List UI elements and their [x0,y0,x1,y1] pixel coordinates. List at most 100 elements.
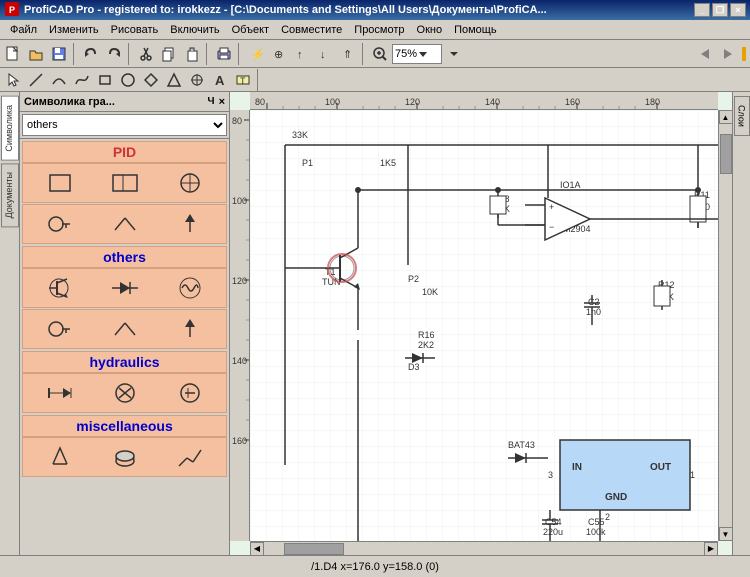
menu-item-рисовать[interactable]: Рисовать [105,22,165,38]
angle-symbol2[interactable] [107,314,142,344]
key-symbol2[interactable] [42,314,77,344]
svg-text:P1: P1 [302,158,313,168]
wave-symbol[interactable] [172,273,207,303]
vscrollbar[interactable]: ▲ ▼ [718,110,732,541]
menu-item-помощь[interactable]: Помощь [448,22,503,38]
misc-symbol3[interactable] [172,442,207,472]
hscrollbar[interactable]: ◀ ▶ [250,541,718,555]
crosshair-tool[interactable] [186,69,208,91]
tab-symbolika[interactable]: Символика [1,96,19,161]
symbols-panel-title: Символика гра... [24,96,115,108]
nav-back-button[interactable] [694,43,716,65]
menu-item-окно[interactable]: Окно [411,22,449,38]
hscroll-left-btn[interactable]: ◀ [250,542,264,556]
new-button[interactable] [2,43,24,65]
minimize-button[interactable]: _ [694,3,710,17]
rect-tool[interactable] [94,69,116,91]
select-tool[interactable] [2,69,24,91]
svg-text:T: T [240,76,246,86]
copy-button[interactable] [158,43,180,65]
titlebar: P ProfiCAD Pro - registered to: irokkezz… [0,0,750,20]
hscroll-right-btn[interactable]: ▶ [704,542,718,556]
symbol-button3[interactable]: ↑ [291,43,313,65]
close-button[interactable]: × [730,3,746,17]
zoom-in-button[interactable] [369,43,391,65]
triangle-tool[interactable] [163,69,185,91]
paste-button[interactable] [181,43,203,65]
print-button[interactable] [213,43,235,65]
others-row2 [22,309,227,349]
diamond-tool[interactable] [140,69,162,91]
menu-item-изменить[interactable]: Изменить [43,22,105,38]
symbol-button1[interactable]: ⚡ [245,43,267,65]
hscroll-track[interactable] [264,542,704,556]
text-tool[interactable]: A [209,69,231,91]
arrow-up-symbol[interactable] [172,209,207,239]
symbols-close-btn[interactable]: × [219,96,225,108]
separator4 [238,43,242,65]
diode-symbol[interactable] [107,273,142,303]
svg-text:−: − [549,222,554,232]
open-button[interactable] [25,43,47,65]
zoom-dropdown-button[interactable] [443,43,465,65]
line-tool[interactable] [25,69,47,91]
symbols-pin-btn[interactable]: Ч [208,96,215,107]
separator2 [128,43,132,65]
nav-forward-button[interactable] [717,43,739,65]
svg-text:1: 1 [690,470,695,480]
arc-tool[interactable] [48,69,70,91]
tb2-sep [257,69,261,91]
circuit-diagram: 33K P1 T1 TUN P2 10K [250,110,718,541]
hydraulics-header: hydraulics [22,351,227,373]
key-symbol[interactable] [42,209,77,239]
svg-text:160: 160 [232,436,247,446]
svg-text:220u: 220u [543,527,563,537]
hyd-symbol1[interactable] [42,378,77,408]
rect-symbol2[interactable] [107,168,142,198]
angle-symbol[interactable] [107,209,142,239]
tab-dokumenty[interactable]: Документы [1,163,19,227]
transistor-symbol[interactable] [42,273,77,303]
menu-item-объект[interactable]: Объект [226,22,275,38]
canvas-area[interactable]: 80 100 120 140 160 180 [230,92,732,555]
symbol-button4[interactable]: ↓ [314,43,336,65]
vscroll-up-btn[interactable]: ▲ [719,110,733,124]
drawing-toolbar: A T [0,68,750,92]
cut-button[interactable] [135,43,157,65]
symbol-button5[interactable]: ⇑ [337,43,359,65]
others-row1 [22,268,227,308]
save-button[interactable] [48,43,70,65]
hscroll-thumb[interactable] [284,543,344,555]
label-tool[interactable]: T [232,69,254,91]
restore-button[interactable]: ❐ [712,3,728,17]
misc-symbol2[interactable] [107,442,142,472]
svg-text:160: 160 [565,97,580,107]
undo-button[interactable] [80,43,102,65]
arrow-symbol2[interactable] [172,314,207,344]
menu-item-файл[interactable]: Файл [4,22,43,38]
cross-symbol[interactable] [172,168,207,198]
redo-button[interactable] [103,43,125,65]
canvas-content[interactable]: 33K P1 T1 TUN P2 10K [250,110,718,541]
svg-text:120: 120 [405,97,420,107]
category-dropdown[interactable]: others PID hydraulics miscellaneous [22,114,227,136]
vscroll-thumb[interactable] [720,134,732,174]
symbols-panel: Символика гра... Ч × others PID hydrauli… [20,92,230,555]
curve-tool[interactable] [71,69,93,91]
titlebar-controls: _ ❐ × [694,3,746,17]
vscroll-track[interactable] [719,124,733,527]
symbol-button2[interactable]: ⊕ [268,43,290,65]
layers-tab[interactable]: Слои [734,96,750,136]
rect-symbol[interactable] [42,168,77,198]
misc-section: miscellaneous [22,415,227,477]
hyd-symbol2[interactable] [107,378,142,408]
statusbar-text: /1.D4 x=176.0 y=158.0 (0) [4,561,746,573]
zoom-value[interactable]: 75% [392,44,442,64]
menu-item-просмотр[interactable]: Просмотр [348,22,410,38]
hyd-symbol3[interactable] [172,378,207,408]
menu-item-включить[interactable]: Включить [164,22,225,38]
misc-symbol1[interactable] [42,442,77,472]
circle-tool[interactable] [117,69,139,91]
vscroll-down-btn[interactable]: ▼ [719,527,733,541]
menu-item-совместите[interactable]: Совместите [275,22,348,38]
